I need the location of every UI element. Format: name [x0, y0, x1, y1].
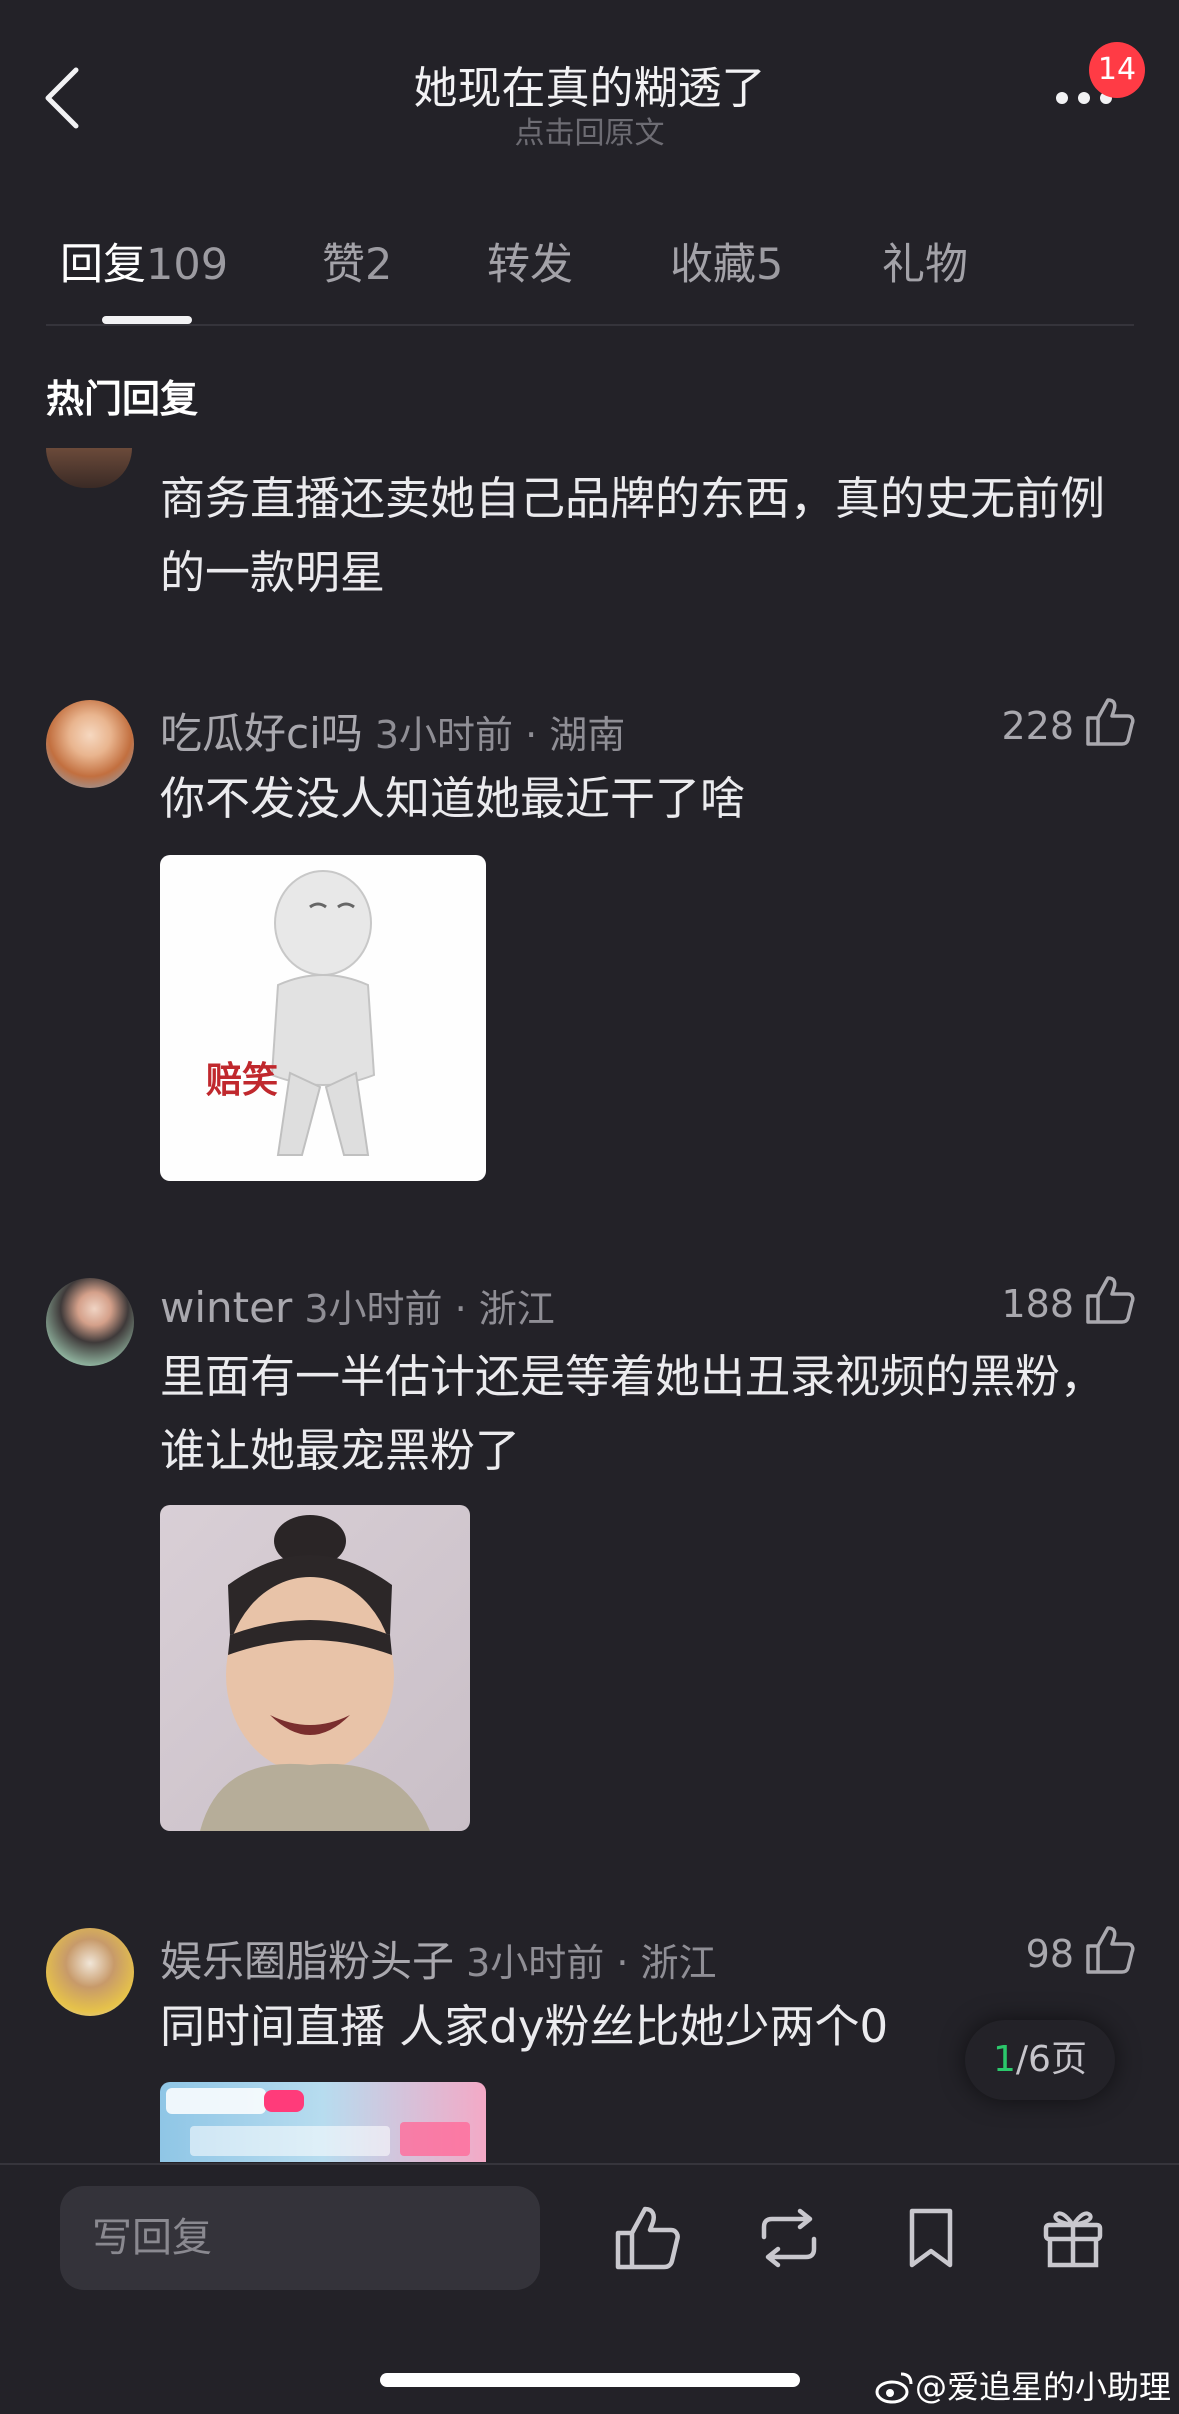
like-count: 98: [1025, 1932, 1074, 1976]
back-to-original-link[interactable]: 点击回原文: [0, 108, 1179, 152]
separator: ·: [442, 1287, 479, 1331]
tab-label: 转发: [487, 240, 573, 290]
location: 浙江: [478, 1287, 555, 1331]
notification-badge: 14: [1089, 42, 1145, 98]
repost-icon[interactable]: [754, 2203, 824, 2273]
active-tab-indicator: [102, 316, 192, 324]
comment-text: 里面有一半估计还是等着她出丑录视频的黑粉，谁让她最宠黑粉了: [160, 1350, 1106, 1477]
like-count: 228: [1001, 704, 1074, 748]
comment-text: 你不发没人知道她最近干了啥: [160, 772, 746, 825]
tab-label: 收藏: [670, 240, 756, 290]
separator: ·: [513, 713, 550, 757]
avatar[interactable]: [46, 448, 132, 488]
divider: [46, 324, 1134, 326]
avatar[interactable]: [46, 1928, 134, 2016]
sticker-caption: 赔笑: [206, 1060, 279, 1101]
like-icon[interactable]: [1084, 1274, 1136, 1326]
comment-image[interactable]: 赔笑: [160, 855, 486, 1181]
tab-count: 2: [365, 240, 393, 290]
section-title: 热门回复: [46, 377, 199, 421]
photo-face: [200, 1515, 430, 1831]
tab-likes[interactable]: 赞2: [322, 230, 392, 292]
livestream-screenshot: [166, 2088, 470, 2156]
gift-icon[interactable]: [1038, 2203, 1108, 2273]
reply-input[interactable]: 写回复: [60, 2186, 540, 2290]
timestamp: 3小时前: [466, 1941, 605, 1985]
location: 浙江: [640, 1941, 717, 1985]
home-indicator[interactable]: [380, 2373, 800, 2387]
page-total: /6页: [1015, 2039, 1087, 2080]
sticker-figure: [270, 870, 376, 1156]
like-count: 188: [1001, 1282, 1074, 1326]
separator: ·: [604, 1941, 641, 1985]
tab-label: 赞: [322, 240, 365, 290]
page-title: 她现在真的糊透了: [413, 63, 766, 114]
comment-meta: winter 3小时前 · 浙江: [160, 1278, 555, 1333]
timestamp: 3小时前: [374, 713, 514, 757]
timestamp: 3小时前: [304, 1287, 443, 1331]
comment-meta: 娱乐圈脂粉头子 3小时前 · 浙江: [160, 1928, 717, 1989]
username[interactable]: 娱乐圈脂粉头子: [160, 1937, 454, 1986]
tab-gifts[interactable]: 礼物: [882, 230, 968, 292]
tab-count: 109: [146, 240, 229, 290]
like-icon[interactable]: [612, 2203, 682, 2273]
watermark: @爱追星的小助理: [875, 2362, 1171, 2408]
avatar[interactable]: [46, 1278, 134, 1366]
tab-count: 5: [756, 240, 784, 290]
bookmark-icon[interactable]: [896, 2203, 966, 2273]
comment-image[interactable]: [160, 2082, 486, 2162]
location: 湖南: [549, 713, 626, 757]
divider: [0, 2163, 1179, 2165]
username[interactable]: winter: [160, 1283, 292, 1332]
tab-replies[interactable]: 回复109: [60, 230, 228, 292]
username[interactable]: 吃瓜好ci吗: [160, 709, 363, 758]
tab-favorites[interactable]: 收藏5: [670, 230, 783, 292]
avatar[interactable]: [46, 700, 134, 788]
like-icon[interactable]: [1084, 696, 1136, 748]
tab-reposts[interactable]: 转发: [487, 230, 573, 292]
tab-label: 回复: [60, 240, 146, 290]
comment-image[interactable]: [160, 1505, 470, 1831]
current-page: 1: [993, 2039, 1016, 2080]
tab-label: 礼物: [882, 240, 968, 290]
watermark-text: @爱追星的小助理: [915, 2368, 1172, 2406]
comment-text: 商务直播还卖她自己品牌的东西，真的史无前例的一款明星: [160, 472, 1106, 599]
comment-meta: 吃瓜好ci吗 3小时前 · 湖南: [160, 700, 625, 761]
like-icon[interactable]: [1084, 1924, 1136, 1976]
weibo-icon: [875, 2372, 913, 2404]
page-indicator[interactable]: 1/6页: [965, 2020, 1115, 2100]
